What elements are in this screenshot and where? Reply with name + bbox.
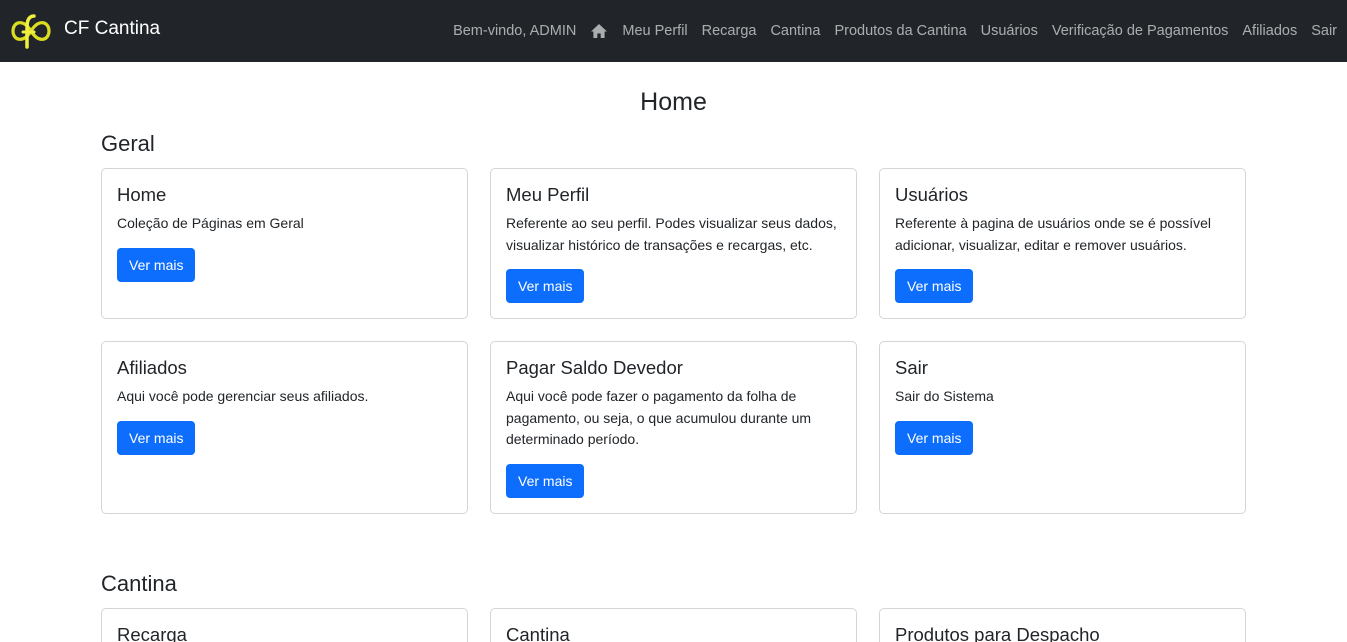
card-title: Afiliados bbox=[117, 357, 187, 378]
card-row: Home Coleção de Páginas em Geral Ver mai… bbox=[101, 168, 1246, 319]
card-title: Meu Perfil bbox=[506, 184, 590, 205]
card-meu-perfil: Meu Perfil Referente ao seu perfil. Pode… bbox=[490, 168, 857, 319]
nav-verificacao-de-pagamentos[interactable]: Verificação de Pagamentos bbox=[1052, 23, 1229, 39]
card-pagar-saldo-devedor: Pagar Saldo Devedor Aqui você pode fazer… bbox=[490, 341, 857, 514]
nav-recarga[interactable]: Recarga bbox=[702, 23, 757, 39]
card-title: Produtos para Despacho bbox=[895, 623, 1100, 642]
nav-afiliados[interactable]: Afiliados bbox=[1242, 23, 1297, 39]
card-text: Referente ao seu perfil. Podes visualiza… bbox=[506, 215, 837, 253]
card-title: Sair bbox=[895, 357, 928, 378]
nav-meu-perfil[interactable]: Meu Perfil bbox=[622, 23, 687, 39]
nav-cantina[interactable]: Cantina bbox=[770, 23, 820, 39]
card-recarga: Recarga bbox=[101, 607, 468, 642]
nav-sair[interactable]: Sair bbox=[1311, 23, 1337, 39]
brand-name: CF Cantina bbox=[64, 18, 161, 39]
card-title: Recarga bbox=[117, 623, 187, 642]
card-title: Cantina bbox=[506, 623, 570, 642]
card-title: Home bbox=[117, 184, 167, 205]
ver-mais-button-home[interactable]: Ver mais bbox=[117, 247, 196, 282]
card-row: Recarga Cantina Produtos para Despacho bbox=[101, 607, 1246, 642]
card-text: Aqui você pode fazer o pagamento da folh… bbox=[506, 388, 812, 447]
nav-usuarios[interactable]: Usuários bbox=[981, 23, 1038, 39]
section-title-cantina: Cantina bbox=[101, 570, 177, 596]
card-cantina: Cantina bbox=[490, 607, 857, 642]
card-row: Afiliados Aqui você pode gerenciar seus … bbox=[101, 341, 1246, 514]
nav-produtos-da-cantina[interactable]: Produtos da Cantina bbox=[834, 23, 966, 39]
ver-mais-button-afiliados[interactable]: Ver mais bbox=[117, 420, 196, 455]
section-title-geral: Geral bbox=[101, 131, 155, 156]
card-text: Coleção de Páginas em Geral bbox=[117, 215, 304, 231]
card-text: Aqui você pode gerenciar seus afiliados. bbox=[117, 388, 369, 404]
card-sair: Sair Sair do Sistema Ver mais bbox=[879, 341, 1246, 514]
ver-mais-button-pagar-saldo-devedor[interactable]: Ver mais bbox=[506, 463, 585, 498]
card-title: Usuários bbox=[895, 184, 968, 205]
card-home: Home Coleção de Páginas em Geral Ver mai… bbox=[101, 168, 468, 319]
nav-links: Bem-vindo, ADMIN Meu Perfil Recarga Cant… bbox=[453, 23, 1337, 39]
ver-mais-button-usuarios[interactable]: Ver mais bbox=[895, 269, 974, 303]
cf-logo-icon bbox=[11, 14, 51, 49]
ver-mais-button-sair[interactable]: Ver mais bbox=[895, 420, 974, 455]
card-produtos-para-despacho: Produtos para Despacho bbox=[879, 607, 1246, 642]
card-afiliados: Afiliados Aqui você pode gerenciar seus … bbox=[101, 341, 468, 514]
top-navbar: CF Cantina Bem-vindo, ADMIN Meu Perfil R… bbox=[0, 0, 1347, 62]
home-icon bbox=[591, 24, 608, 38]
card-title: Pagar Saldo Devedor bbox=[506, 357, 683, 378]
main-content: Home Geral Home Coleção de Páginas em Ge… bbox=[101, 62, 1246, 642]
welcome-text: Bem-vindo, ADMIN bbox=[453, 23, 577, 39]
card-text: Sair do Sistema bbox=[895, 388, 994, 404]
nav-home[interactable] bbox=[590, 23, 608, 39]
card-usuarios: Usuários Referente à pagina de usuários … bbox=[879, 168, 1246, 319]
card-text: Referente à pagina de usuários onde se é… bbox=[895, 215, 1211, 253]
ver-mais-button-meu-perfil[interactable]: Ver mais bbox=[506, 269, 585, 303]
brand-link[interactable]: CF Cantina bbox=[10, 12, 160, 50]
page-title: Home bbox=[640, 88, 707, 116]
